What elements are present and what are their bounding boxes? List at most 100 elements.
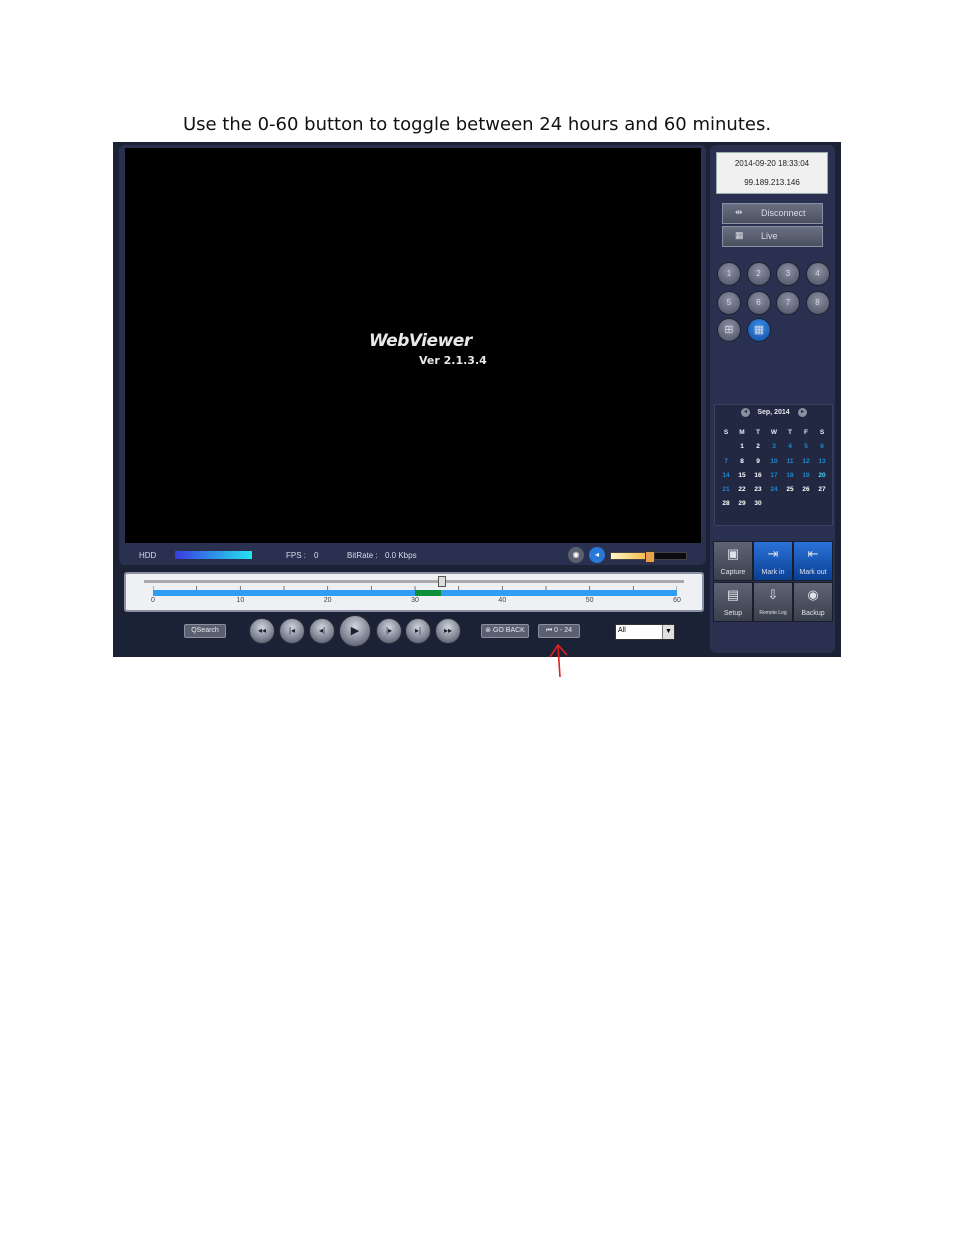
calendar-day[interactable]: 16 (750, 469, 766, 483)
calendar-day[interactable]: 27 (814, 483, 830, 497)
quad-view-icon[interactable]: ⊞ (717, 318, 741, 342)
calendar-empty-cell (718, 440, 734, 454)
range-toggle-label: 0 - 24 (554, 627, 573, 634)
calendar-day[interactable]: 23 (750, 483, 766, 497)
disconnect-button[interactable]: ⇹ Disconnect (722, 203, 823, 224)
calendar-day[interactable]: 13 (814, 455, 830, 469)
grid-view-icon[interactable]: ▦ (747, 318, 771, 342)
annotation-arrow (549, 643, 568, 678)
range-toggle-button[interactable]: ⏮ 0 - 24 (538, 624, 580, 638)
calendar-day[interactable]: 25 (782, 483, 798, 497)
instruction-caption: Use the 0-60 button to toggle between 24… (182, 114, 772, 135)
audio-settings-icon[interactable]: ◉ (568, 547, 584, 563)
backup-button[interactable]: ◉ Backup (793, 582, 833, 622)
volume-handle[interactable] (644, 551, 655, 563)
channel-2-button[interactable]: 2 (746, 262, 771, 286)
calendar-day[interactable]: 7 (718, 455, 734, 469)
speaker-icon[interactable]: ◂ (589, 547, 605, 563)
calendar-week: 123456 (718, 440, 830, 454)
calendar-day[interactable]: 2 (750, 440, 766, 454)
calendar-day[interactable]: 28 (718, 497, 734, 511)
next-month-icon[interactable]: ▸ (798, 408, 807, 417)
calendar-day[interactable]: 6 (814, 440, 830, 454)
channel-1-button[interactable]: 1 (717, 262, 741, 286)
fast-forward-icon[interactable]: ▸▸ (435, 618, 461, 644)
go-back-icon: ⊗ (485, 627, 491, 634)
weekday-label: W (770, 429, 778, 436)
calendar-day[interactable]: 15 (734, 469, 750, 483)
weekday-label: T (756, 429, 760, 436)
capture-label: Capture (720, 569, 746, 576)
timeline[interactable]: 0 10 20 30 40 50 60 (124, 572, 704, 612)
datetime-label: 2014-09-20 18:33:04 (734, 159, 810, 168)
weekday-label: S (723, 429, 729, 436)
channel-8-button[interactable]: 8 (805, 291, 830, 315)
download-icon: ⇩ (767, 587, 779, 602)
step-forward-icon[interactable]: |▸ (376, 618, 402, 644)
calendar-week: 14 15 16 17 18 19 20 (718, 469, 830, 483)
calendar-day[interactable]: 9 (750, 455, 766, 469)
calendar-empty-cell (782, 497, 798, 511)
timeline-label: 40 (498, 597, 507, 604)
step-back-icon[interactable]: ◂| (309, 618, 335, 644)
calendar-day[interactable]: 12 (798, 455, 814, 469)
calendar-day[interactable]: 18 (782, 469, 798, 483)
calendar-day[interactable]: 3 (766, 440, 782, 454)
web-viewer-window: WebViewer Ver 2.1.3.4 HDD FPS : 0 BitRat… (113, 142, 841, 657)
backup-disc-icon: ◉ (807, 587, 819, 602)
calendar-day[interactable]: 19 (798, 469, 814, 483)
event-filter-select[interactable]: All ▼ (615, 624, 675, 640)
sidebar: 2014-09-20 18:33:04 99.189.213.146 ⇹ Dis… (710, 145, 835, 653)
playback-controls: QSearch ◂◂ |◂ ◂| ▶ |▸ ▸| ▸▸ ⊗ GO BACK ⏮ 0 - 24… (113, 614, 703, 647)
calendar-day[interactable]: 30 (750, 497, 766, 511)
skip-start-icon[interactable]: |◂ (279, 618, 305, 644)
calendar-day[interactable]: 20 (814, 469, 830, 483)
fps-value: 0 (314, 551, 319, 560)
calendar-day[interactable]: 26 (798, 483, 814, 497)
calendar-day[interactable]: 29 (734, 497, 750, 511)
video-panel: WebViewer Ver 2.1.3.4 HDD FPS : 0 BitRat… (119, 145, 706, 565)
mark-out-label: Mark out (799, 569, 827, 576)
mark-out-button[interactable]: ⇤ Mark out (793, 541, 833, 581)
go-back-label: GO BACK (492, 627, 525, 634)
qsearch-button[interactable]: QSearch (184, 624, 226, 638)
disconnect-label: Disconnect (761, 208, 806, 218)
capture-icon: ▣ (726, 546, 740, 561)
calendar-day[interactable]: 1 (734, 440, 750, 454)
calendar-day[interactable]: 21 (718, 483, 734, 497)
calendar-day[interactable]: 11 (782, 455, 798, 469)
skip-end-icon[interactable]: ▸| (405, 618, 431, 644)
remote-log-button[interactable]: ⇩ Remote Log (753, 582, 793, 622)
mark-in-button[interactable]: ⇥ Mark in (753, 541, 793, 581)
channel-3-button[interactable]: 3 (776, 262, 800, 286)
channel-5-button[interactable]: 5 (717, 291, 741, 315)
go-back-button[interactable]: ⊗ GO BACK (481, 624, 529, 638)
fast-rewind-icon[interactable]: ◂◂ (249, 618, 275, 644)
play-icon[interactable]: ▶ (339, 615, 371, 647)
calendar-day[interactable]: 22 (734, 483, 750, 497)
annotation-arrow-shaft (557, 645, 561, 678)
setup-label: Setup (723, 610, 743, 617)
capture-button[interactable]: ▣ Capture (713, 541, 753, 581)
bitrate-value: 0.0 Kbps (385, 551, 417, 560)
calendar-day[interactable]: 8 (734, 455, 750, 469)
calendar-day[interactable]: 5 (798, 440, 814, 454)
volume-slider[interactable] (610, 551, 687, 563)
channel-6-button[interactable]: 6 (746, 291, 771, 315)
live-button[interactable]: ▦ Live (722, 226, 823, 247)
calendar-day[interactable]: 17 (766, 469, 782, 483)
calendar-day[interactable]: 24 (766, 483, 782, 497)
channel-7-button[interactable]: 7 (776, 291, 800, 315)
volume-level (611, 553, 649, 559)
calendar-day[interactable]: 4 (782, 440, 798, 454)
calendar-empty-cell (766, 497, 782, 511)
weekday-label: F (804, 429, 808, 436)
chevron-down-icon: ▼ (662, 625, 674, 639)
status-bar: HDD FPS : 0 BitRate : 0.0 Kbps ◉ ◂ (119, 545, 706, 565)
channel-4-button[interactable]: 4 (805, 262, 830, 286)
skip-icon: ⏮ (545, 627, 553, 634)
calendar-day[interactable]: 10 (766, 455, 782, 469)
setup-button[interactable]: ▤ Setup (713, 582, 753, 622)
video-display[interactable]: WebViewer Ver 2.1.3.4 (125, 148, 701, 543)
calendar-day[interactable]: 14 (718, 469, 734, 483)
